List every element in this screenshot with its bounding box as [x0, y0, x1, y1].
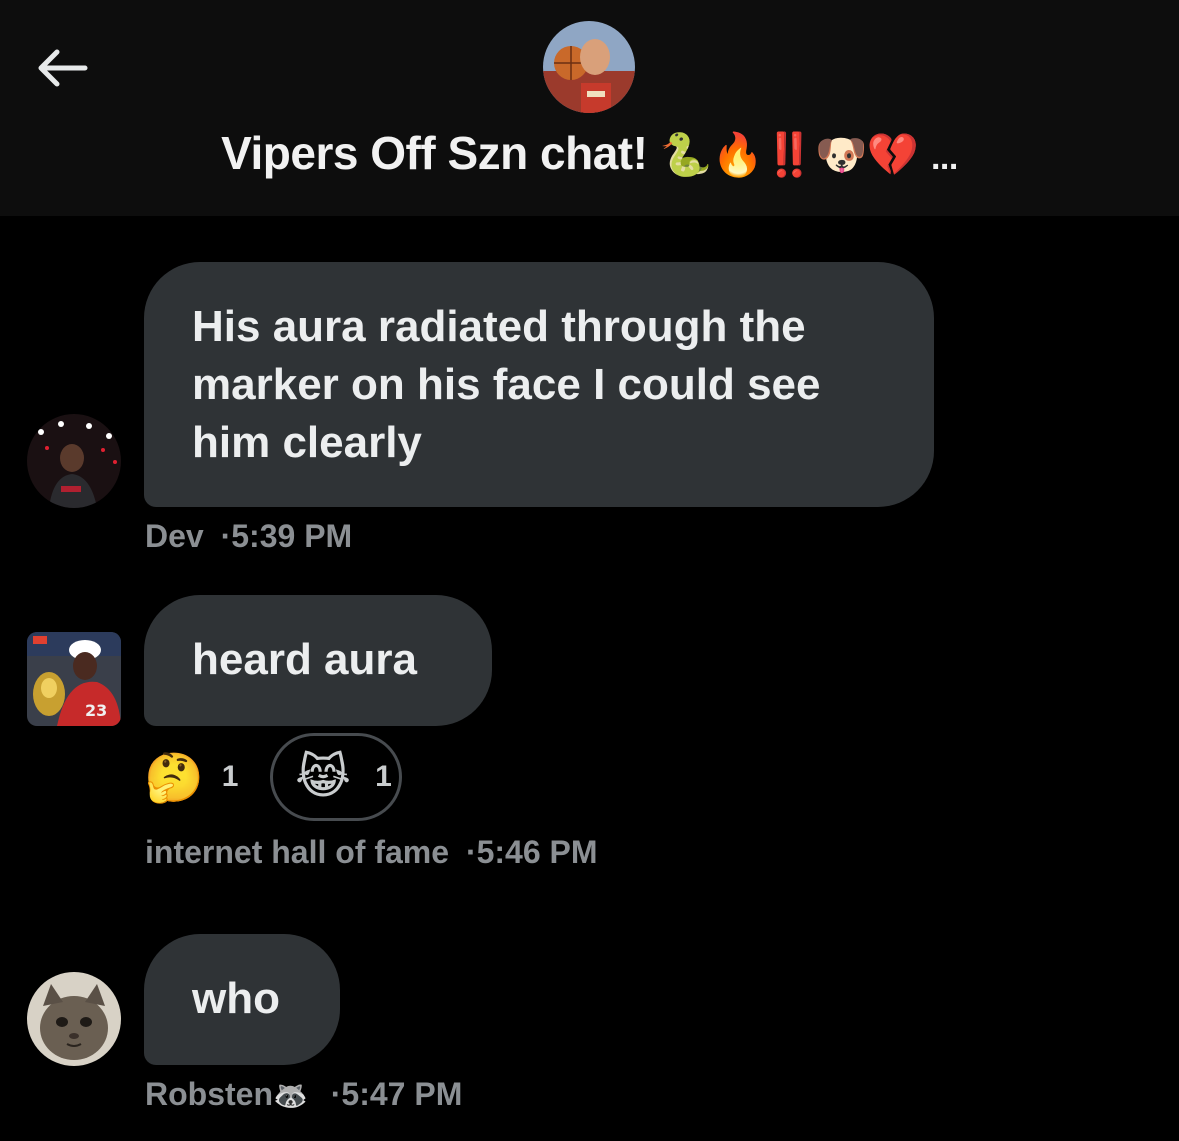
message-text: His aura radiated through the marker on …	[192, 302, 821, 467]
message-time: ·5:46 PM	[465, 834, 598, 870]
chat-title-emojis: 🐍🔥‼️🐶💔	[659, 130, 919, 179]
reaction-cat-tears[interactable]: 😹 1	[270, 733, 402, 821]
message-meta: Dev ·5:39 PM	[145, 518, 352, 555]
message-time: ·5:47 PM	[330, 1076, 463, 1112]
message-bubble[interactable]: His aura radiated through the marker on …	[144, 262, 934, 507]
avatar-internet-hall-of-fame[interactable]: 23	[27, 632, 121, 726]
back-arrow-icon	[38, 49, 88, 87]
chat-title[interactable]: Vipers Off Szn chat! 🐍🔥‼️🐶💔 ...	[0, 126, 1179, 180]
cat-tears-of-joy-icon: 😹	[295, 749, 352, 805]
message-meta: internet hall of fame ·5:46 PM	[145, 834, 598, 871]
raccoon-icon: 🦝	[273, 1079, 308, 1112]
message-meta: Robsten🦝 ·5:47 PM	[145, 1076, 462, 1113]
sender-name[interactable]: Dev	[145, 518, 204, 554]
sender-name[interactable]: internet hall of fame	[145, 834, 449, 870]
group-avatar-image	[543, 21, 635, 113]
chat-header: Vipers Off Szn chat! 🐍🔥‼️🐶💔 ...	[0, 0, 1179, 216]
message-text: heard aura	[192, 635, 417, 684]
message-time: ·5:39 PM	[220, 518, 353, 554]
message-bubble[interactable]: who	[144, 934, 340, 1065]
avatar-robsten[interactable]	[27, 972, 121, 1066]
chat-title-text: Vipers Off Szn chat!	[221, 127, 648, 179]
sender-name[interactable]: Robsten	[145, 1076, 273, 1112]
thinking-face-icon: 🤔	[144, 749, 204, 806]
message-bubble[interactable]: heard aura	[144, 595, 492, 726]
chat-title-ellipsis: ...	[930, 139, 958, 177]
avatar-hof-image: 23	[27, 632, 121, 726]
reaction-thinking[interactable]: 🤔 1	[144, 733, 238, 821]
avatar-robsten-image	[27, 972, 121, 1066]
back-button[interactable]	[30, 40, 94, 96]
reaction-count: 1	[375, 760, 392, 793]
reaction-count: 1	[221, 760, 239, 793]
svg-text:23: 23	[85, 701, 107, 720]
message-text: who	[192, 974, 280, 1023]
group-avatar[interactable]	[543, 21, 635, 113]
avatar-dev-image	[27, 414, 121, 508]
avatar-dev[interactable]	[27, 414, 121, 508]
